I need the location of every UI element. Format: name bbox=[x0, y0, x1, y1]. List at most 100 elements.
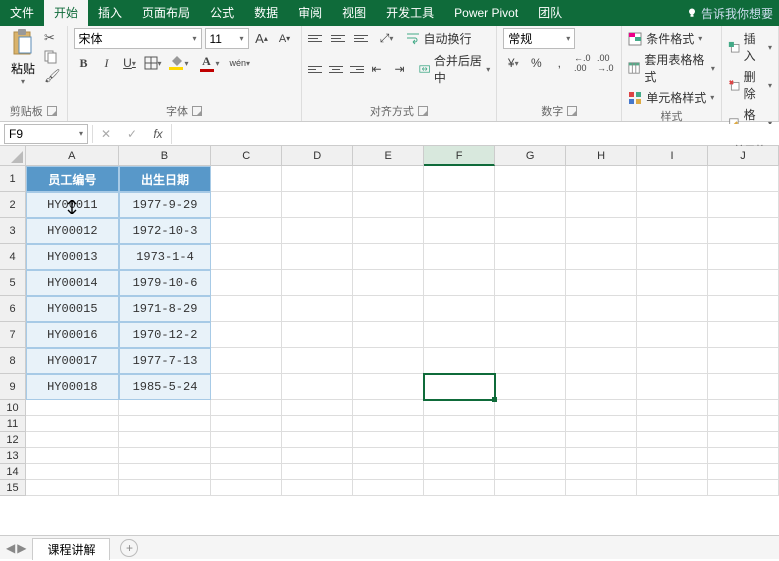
align-launcher[interactable] bbox=[418, 106, 428, 116]
insert-cells-button[interactable]: 插入▾ bbox=[728, 30, 772, 64]
cell[interactable] bbox=[353, 448, 424, 464]
cell[interactable]: HY00016 bbox=[26, 322, 119, 348]
row-header[interactable]: 1 bbox=[0, 166, 26, 192]
cell[interactable] bbox=[637, 322, 708, 348]
cell[interactable] bbox=[119, 464, 212, 480]
cell[interactable] bbox=[708, 464, 779, 480]
row-header[interactable]: 2 bbox=[0, 192, 26, 218]
cell[interactable] bbox=[495, 166, 566, 192]
cell[interactable] bbox=[495, 192, 566, 218]
cell[interactable] bbox=[708, 348, 779, 374]
cell[interactable] bbox=[282, 416, 353, 432]
active-cell[interactable] bbox=[424, 374, 495, 400]
col-header[interactable]: C bbox=[211, 146, 282, 166]
cell[interactable] bbox=[353, 416, 424, 432]
cell[interactable] bbox=[26, 464, 119, 480]
format-as-table-button[interactable]: 套用表格格式▾ bbox=[628, 51, 715, 85]
cell[interactable] bbox=[708, 322, 779, 348]
cell[interactable] bbox=[211, 166, 282, 192]
col-header[interactable]: A bbox=[26, 146, 119, 166]
cell[interactable] bbox=[637, 374, 708, 400]
tab-review[interactable]: 审阅 bbox=[288, 0, 332, 26]
cell[interactable] bbox=[353, 244, 424, 270]
cell[interactable] bbox=[353, 218, 424, 244]
cell[interactable] bbox=[211, 270, 282, 296]
phonetic-button[interactable]: wén▾ bbox=[230, 53, 251, 73]
cell[interactable] bbox=[424, 480, 495, 496]
cell[interactable] bbox=[282, 448, 353, 464]
fx-button[interactable]: fx bbox=[145, 127, 171, 141]
cell[interactable]: 1973-1-4 bbox=[119, 244, 212, 270]
col-header[interactable]: F bbox=[424, 146, 495, 166]
select-all-corner[interactable] bbox=[0, 146, 26, 166]
cell[interactable] bbox=[353, 322, 424, 348]
cell[interactable] bbox=[119, 480, 212, 496]
col-header[interactable]: E bbox=[353, 146, 424, 166]
cell[interactable] bbox=[211, 448, 282, 464]
decrease-decimal-button[interactable]: .00→.0 bbox=[595, 53, 615, 73]
tab-file[interactable]: 文件 bbox=[0, 0, 44, 26]
cell[interactable] bbox=[353, 166, 424, 192]
cell[interactable] bbox=[26, 448, 119, 464]
cell[interactable]: HY00017 bbox=[26, 348, 119, 374]
cell[interactable] bbox=[566, 322, 637, 348]
cell[interactable] bbox=[282, 480, 353, 496]
col-header[interactable]: J bbox=[708, 146, 779, 166]
cell[interactable] bbox=[708, 480, 779, 496]
orientation-button[interactable]: ⤢▾ bbox=[377, 28, 397, 48]
tab-team[interactable]: 团队 bbox=[528, 0, 572, 26]
cell[interactable] bbox=[708, 374, 779, 400]
cell[interactable] bbox=[708, 166, 779, 192]
col-header[interactable]: G bbox=[495, 146, 566, 166]
border-button[interactable]: ▾ bbox=[143, 53, 163, 73]
cell[interactable] bbox=[637, 432, 708, 448]
tab-formulas[interactable]: 公式 bbox=[200, 0, 244, 26]
cell[interactable] bbox=[566, 400, 637, 416]
cell[interactable] bbox=[26, 432, 119, 448]
cell[interactable] bbox=[26, 480, 119, 496]
tell-me[interactable]: 告诉我你想要 bbox=[680, 5, 779, 22]
cell[interactable] bbox=[495, 270, 566, 296]
cell[interactable] bbox=[282, 270, 353, 296]
cell[interactable]: 1985-5-24 bbox=[119, 374, 212, 400]
cell[interactable] bbox=[211, 464, 282, 480]
increase-indent-button[interactable]: ⇥ bbox=[390, 59, 410, 79]
cell[interactable] bbox=[566, 270, 637, 296]
row-header[interactable]: 14 bbox=[0, 464, 26, 480]
cell[interactable] bbox=[566, 464, 637, 480]
cell[interactable] bbox=[424, 322, 495, 348]
cell[interactable] bbox=[708, 270, 779, 296]
sheet-nav-next[interactable]: ▶ bbox=[17, 541, 26, 555]
cell[interactable] bbox=[353, 192, 424, 218]
cell[interactable]: 1979-10-6 bbox=[119, 270, 212, 296]
cell[interactable] bbox=[424, 270, 495, 296]
fill-color-button[interactable]: ▾ bbox=[166, 53, 186, 73]
cell[interactable] bbox=[282, 400, 353, 416]
cell[interactable] bbox=[211, 432, 282, 448]
cell[interactable]: 1971-8-29 bbox=[119, 296, 212, 322]
cell[interactable] bbox=[708, 416, 779, 432]
cell[interactable] bbox=[424, 244, 495, 270]
cell[interactable] bbox=[424, 464, 495, 480]
cell[interactable] bbox=[353, 374, 424, 400]
cell[interactable] bbox=[637, 166, 708, 192]
cell[interactable]: 1977-9-29 bbox=[119, 192, 212, 218]
cell[interactable] bbox=[119, 448, 212, 464]
cell[interactable] bbox=[282, 464, 353, 480]
row-header[interactable]: 5 bbox=[0, 270, 26, 296]
cell[interactable] bbox=[211, 374, 282, 400]
cell[interactable] bbox=[708, 192, 779, 218]
font-color-button[interactable]: A▾ bbox=[197, 53, 217, 73]
decrease-indent-button[interactable]: ⇤ bbox=[367, 59, 387, 79]
cell[interactable] bbox=[566, 192, 637, 218]
number-launcher[interactable] bbox=[567, 106, 577, 116]
increase-font-button[interactable]: A▴ bbox=[252, 29, 272, 49]
cell[interactable] bbox=[637, 218, 708, 244]
new-sheet-button[interactable]: + bbox=[120, 539, 138, 557]
bold-button[interactable]: B bbox=[74, 53, 94, 73]
cell[interactable] bbox=[26, 400, 119, 416]
cell[interactable] bbox=[708, 400, 779, 416]
cell[interactable] bbox=[282, 432, 353, 448]
cell[interactable] bbox=[119, 432, 212, 448]
cell[interactable] bbox=[424, 296, 495, 322]
